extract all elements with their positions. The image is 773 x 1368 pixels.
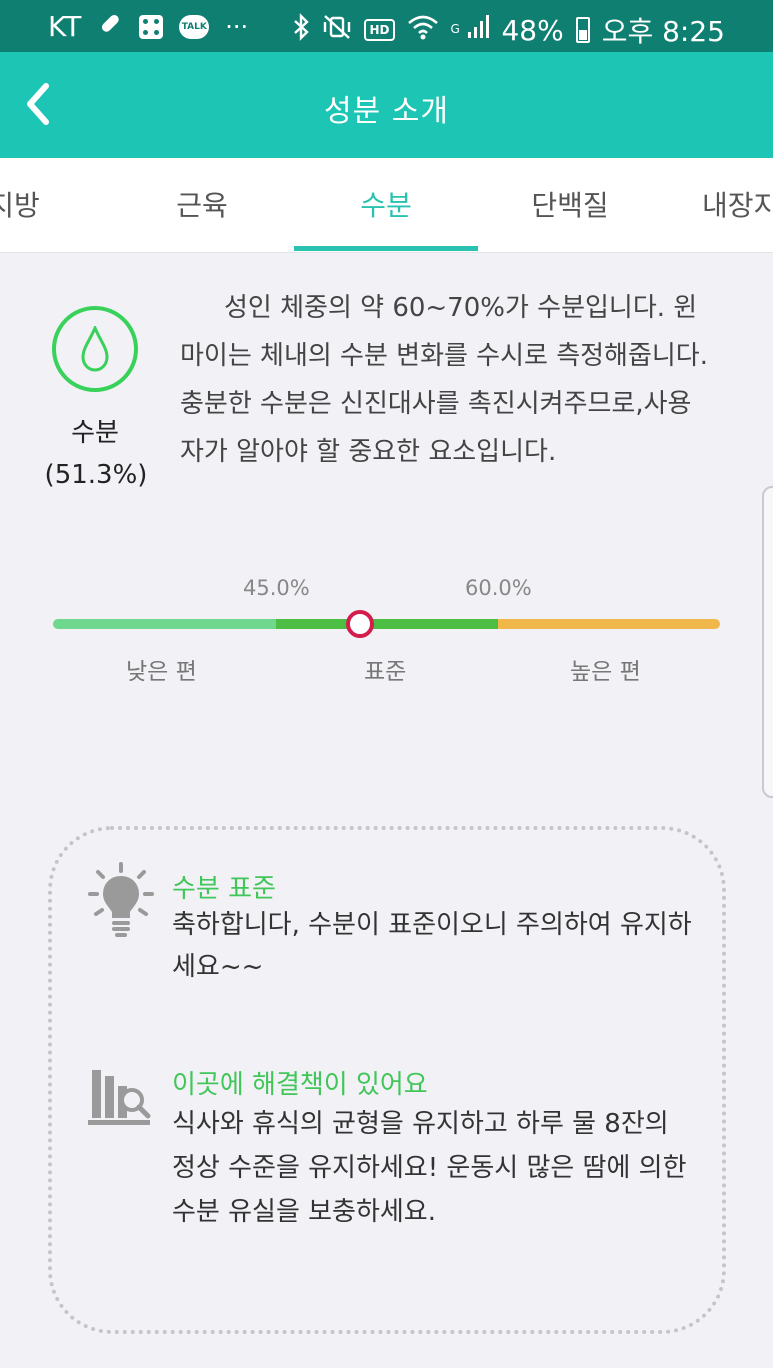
tab-water[interactable]: 수분	[294, 158, 478, 252]
tab-muscle[interactable]: 근육	[110, 158, 294, 252]
page-title: 성분 소개	[324, 94, 449, 129]
active-tab-indicator	[294, 246, 478, 251]
component-percent: (51.3%)	[44, 460, 148, 490]
threshold-high-label: 60.0%	[465, 576, 532, 600]
bluetooth-icon	[292, 12, 310, 48]
scale-label-high: 높은 편	[570, 659, 641, 685]
vibrate-mute-icon	[322, 13, 352, 48]
clock: 오후 8:25	[601, 15, 725, 48]
status-bar: KT TALK ··· HD G 48% 오후 8:25	[0, 0, 773, 52]
water-drop-icon	[81, 326, 109, 372]
solution-message: 식사와 휴식의 균형을 유지하고 하루 물 8잔의 정상 수준을 유지하세요! …	[172, 1109, 687, 1227]
battery-percent: 48%	[501, 13, 564, 47]
carrier-label: KT	[48, 10, 82, 43]
network-type-label: G	[450, 21, 460, 36]
lightbulb-icon	[88, 862, 154, 937]
pill-icon	[97, 10, 123, 43]
scale-high-segment	[498, 619, 720, 629]
component-description: 성인 체중의 약 60~70%가 수분입니다. 윈마이는 체내의 수분 변화를 …	[180, 293, 708, 467]
battery-icon	[575, 17, 590, 43]
threshold-low-label: 45.0%	[243, 576, 310, 600]
wifi-icon	[407, 13, 439, 48]
tab-visceral-fat[interactable]: 내장지	[662, 158, 773, 252]
scale-value-marker	[346, 610, 374, 638]
kakaotalk-icon: TALK	[179, 14, 210, 39]
tab-protein[interactable]: 단백질	[478, 158, 662, 252]
component-name: 수분	[71, 418, 119, 448]
scale-standard-segment	[276, 619, 498, 629]
scale-label-standard: 표준	[364, 659, 407, 685]
status-title: 수분 표준	[172, 874, 276, 904]
water-indicator	[52, 306, 138, 392]
tab-bar: 지방 근육 수분 단백질 내장지	[0, 158, 773, 253]
solution-title: 이곳에 해결책이 있어요	[172, 1070, 428, 1100]
dice-icon	[139, 14, 164, 39]
signal-icon: G	[451, 14, 490, 47]
advice-card: 수분 표준 축하합니다, 수분이 표준이오니 주의하여 유지하세요~~ 이곳에 …	[48, 826, 726, 1334]
edge-panel-handle[interactable]	[762, 486, 773, 798]
app-bar: 성분 소개	[0, 52, 773, 158]
more-notifications-icon: ···	[225, 12, 249, 41]
scale-low-segment	[53, 619, 276, 629]
tab-fat[interactable]: 지방	[0, 158, 106, 252]
scale-label-low: 낮은 편	[126, 659, 197, 685]
status-message: 축하합니다, 수분이 표준이오니 주의하여 유지하세요~~	[172, 910, 692, 982]
hd-voice-icon: HD	[364, 19, 395, 41]
chart-search-icon	[88, 1070, 151, 1125]
